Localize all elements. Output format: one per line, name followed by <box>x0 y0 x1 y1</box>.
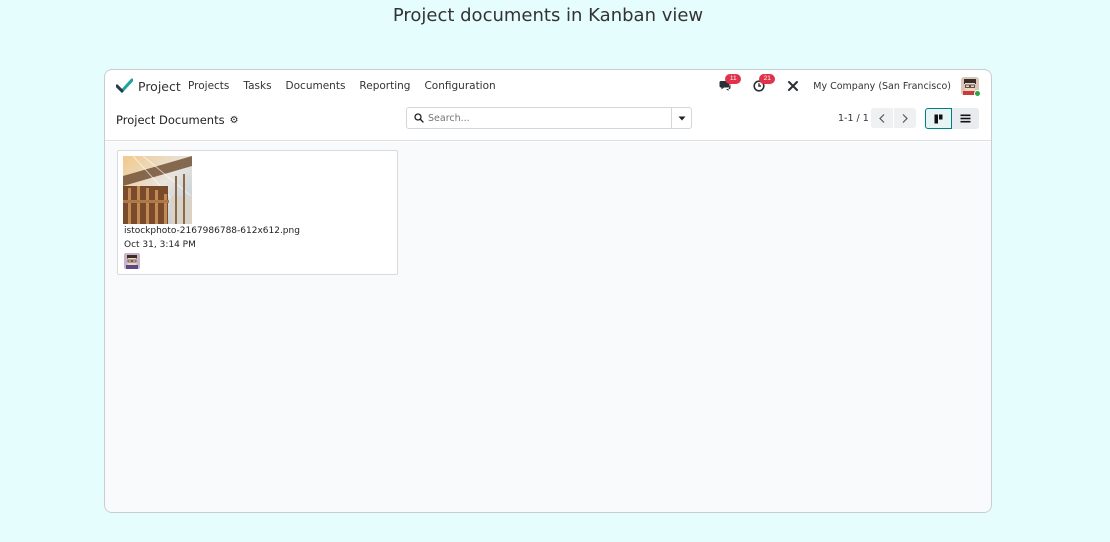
messages-button[interactable]: 11 <box>715 74 742 96</box>
chevron-right-icon <box>902 113 908 123</box>
main-menu: Projects Tasks Documents Reporting Confi… <box>188 80 496 92</box>
menu-item-tasks[interactable]: Tasks <box>243 80 271 92</box>
view-switcher <box>925 108 979 129</box>
search-icon[interactable] <box>410 113 428 123</box>
top-navbar: Project Projects Tasks Documents Reporti… <box>105 70 991 102</box>
kanban-icon <box>934 114 942 123</box>
document-name: istockphoto-2167986788-612x612.png <box>124 226 300 236</box>
search-box <box>406 107 692 129</box>
caret-down-icon <box>678 116 685 120</box>
breadcrumb: Project Documents ⚙ <box>116 113 239 127</box>
search-options-toggle[interactable] <box>671 108 691 128</box>
tools-icon <box>788 81 799 91</box>
menu-item-configuration[interactable]: Configuration <box>424 80 495 92</box>
debug-tools-button[interactable] <box>783 76 803 96</box>
online-status-dot <box>974 90 981 97</box>
project-app-icon[interactable] <box>116 78 133 93</box>
document-thumbnail[interactable] <box>123 156 192 224</box>
list-view-button[interactable] <box>952 108 979 129</box>
document-date: Oct 31, 3:14 PM <box>124 240 196 250</box>
navbar-systray: 11 21 My Company (San Francisco) <box>715 74 981 97</box>
owner-avatar-icon <box>124 253 140 269</box>
messages-count-badge: 11 <box>725 74 742 84</box>
gear-icon[interactable]: ⚙ <box>230 115 239 126</box>
menu-item-reporting[interactable]: Reporting <box>359 80 410 92</box>
control-panel: Project Documents ⚙ 1-1 / 1 <box>105 102 991 141</box>
app-window: Project Projects Tasks Documents Reporti… <box>104 69 992 513</box>
menu-item-documents[interactable]: Documents <box>286 80 346 92</box>
chevron-left-icon <box>879 113 885 123</box>
pager-next-button[interactable] <box>894 108 916 128</box>
pager-buttons <box>871 108 916 128</box>
activities-button[interactable]: 21 <box>749 74 776 96</box>
company-switcher[interactable]: My Company (San Francisco) <box>813 81 951 92</box>
construction-photo-image <box>123 156 192 224</box>
pager-previous-button[interactable] <box>871 108 893 128</box>
list-icon <box>960 114 971 123</box>
breadcrumb-title: Project Documents <box>116 113 225 127</box>
search-input[interactable] <box>428 109 671 127</box>
page-caption: Project documents in Kanban view <box>392 5 704 26</box>
user-avatar[interactable] <box>961 77 981 97</box>
activities-count-badge: 21 <box>759 74 776 84</box>
menu-item-projects[interactable]: Projects <box>188 80 229 92</box>
document-owner-avatar[interactable] <box>124 253 140 269</box>
kanban-view-button[interactable] <box>925 108 952 129</box>
kanban-content: istockphoto-2167986788-612x612.png Oct 3… <box>105 142 991 512</box>
document-card[interactable]: istockphoto-2167986788-612x612.png Oct 3… <box>117 150 398 275</box>
pager-value[interactable]: 1-1 / 1 <box>838 113 869 124</box>
app-name[interactable]: Project <box>138 79 181 94</box>
